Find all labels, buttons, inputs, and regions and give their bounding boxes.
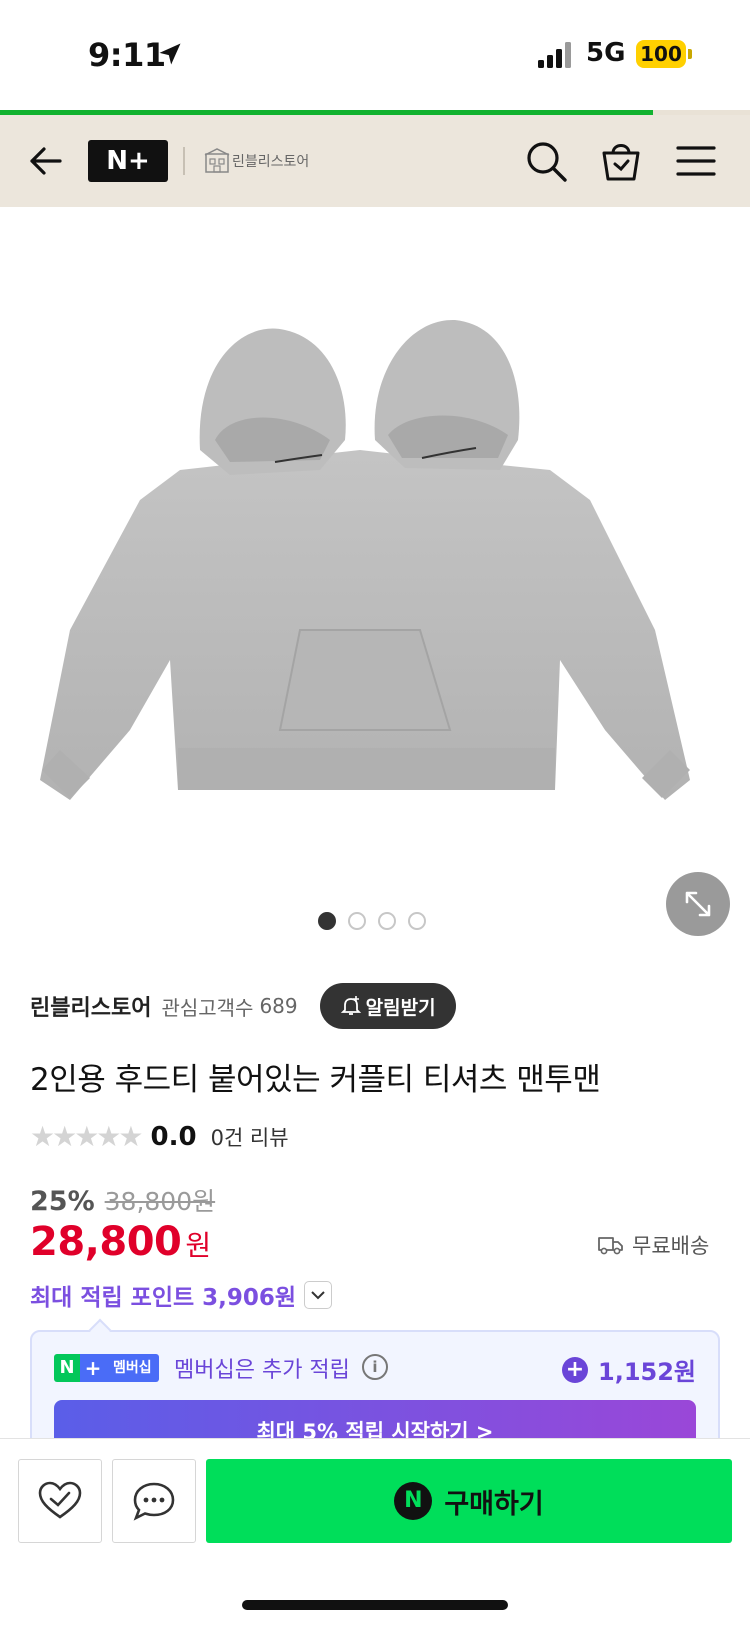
rating-value: 0.0: [150, 1121, 197, 1152]
store-info-row: 린블리스토어 관심고객수 689 알림받기: [30, 983, 456, 1029]
battery-indicator: 100: [636, 40, 686, 68]
cart-icon[interactable]: [600, 137, 642, 183]
max-points-row[interactable]: 최대 적립 포인트 3,906원: [30, 1278, 333, 1312]
header-store-name[interactable]: 린블리스토어: [232, 151, 309, 171]
watchers-label: 관심고객수: [161, 995, 254, 1020]
gallery-dot[interactable]: [318, 912, 336, 930]
membership-badge-n: N: [54, 1354, 80, 1382]
discount-rate: 25%: [30, 1186, 95, 1217]
signal-icon: [538, 42, 571, 68]
rating-row[interactable]: ★★★★★ 0.0 0건 리뷰: [30, 1120, 289, 1153]
search-icon[interactable]: [524, 139, 568, 183]
points-toggle[interactable]: [304, 1281, 333, 1309]
chat-button[interactable]: [112, 1459, 196, 1543]
alert-subscribe-button[interactable]: 알림받기: [319, 983, 456, 1029]
expand-icon: [685, 891, 711, 917]
chat-bubble-icon: [133, 1482, 175, 1521]
heart-check-icon: [38, 1481, 82, 1519]
membership-badge: N + 멤버십: [54, 1354, 159, 1382]
membership-points: + 1,152원: [562, 1352, 696, 1387]
free-shipping-label: 무료배송: [632, 1234, 710, 1258]
discount-row: 25% 38,800원: [30, 1182, 215, 1218]
sale-price: 28,800: [30, 1219, 182, 1265]
naver-plus-logo-text: N+: [106, 146, 150, 176]
product-title: 2인용 후드티 붙어있는 커플티 티셔츠 맨투맨: [30, 1062, 601, 1098]
currency-unit: 원: [185, 1229, 212, 1262]
watchers-count: 689: [259, 994, 298, 1018]
back-arrow-icon[interactable]: [26, 141, 66, 181]
home-indicator[interactable]: [242, 1600, 508, 1610]
bell-plus-icon: [340, 996, 361, 1015]
star-icon: ★★★★★: [30, 1120, 144, 1153]
gallery-dot[interactable]: [378, 912, 396, 930]
original-price: 38,800원: [104, 1187, 216, 1216]
naver-plus-logo[interactable]: N+: [88, 140, 168, 182]
header-divider: [183, 147, 185, 175]
membership-text: 멤버십은 추가 적립: [174, 1358, 350, 1383]
truck-icon: [598, 1237, 623, 1255]
gallery-pagination: [318, 912, 426, 930]
price-row: 28,800 원: [30, 1219, 211, 1265]
free-shipping: 무료배송: [598, 1230, 709, 1260]
membership-badge-plus: +: [80, 1354, 106, 1382]
membership-badge-label: 멤버십: [106, 1354, 159, 1382]
wishlist-button[interactable]: [18, 1459, 102, 1543]
location-arrow-icon: [159, 43, 181, 65]
max-points-text: 최대 적립 포인트 3,906원: [30, 1285, 297, 1311]
status-bar: 9:11 5G 100: [0, 0, 750, 110]
review-count[interactable]: 0건 리뷰: [211, 1122, 289, 1152]
network-type: 5G: [586, 38, 626, 68]
store-name[interactable]: 린블리스토어: [30, 990, 151, 1022]
gallery-dot[interactable]: [348, 912, 366, 930]
bottom-action-bar: N 구매하기: [0, 1438, 750, 1626]
plus-circle-icon: +: [562, 1356, 588, 1383]
store-header: N+ 린블리스토어: [0, 115, 750, 207]
status-time: 9:11: [88, 36, 166, 74]
buy-button[interactable]: N 구매하기: [206, 1459, 732, 1543]
membership-points-value: 1,152원: [598, 1358, 696, 1386]
buy-button-label: 구매하기: [444, 1488, 544, 1520]
expand-image-button[interactable]: [666, 872, 730, 936]
alert-subscribe-label: 알림받기: [365, 996, 436, 1019]
gallery-dot[interactable]: [408, 912, 426, 930]
info-icon[interactable]: i: [362, 1354, 388, 1380]
membership-card: N + 멤버십 멤버십은 추가 적립 i + 1,152원 최대 5% 적립 시…: [30, 1330, 720, 1450]
chevron-down-icon: [311, 1291, 325, 1300]
naver-pay-icon: N: [394, 1482, 433, 1520]
menu-icon[interactable]: [676, 143, 716, 179]
product-image[interactable]: [30, 300, 720, 840]
battery-tip: [688, 49, 692, 59]
store-logo-icon: [204, 148, 230, 173]
